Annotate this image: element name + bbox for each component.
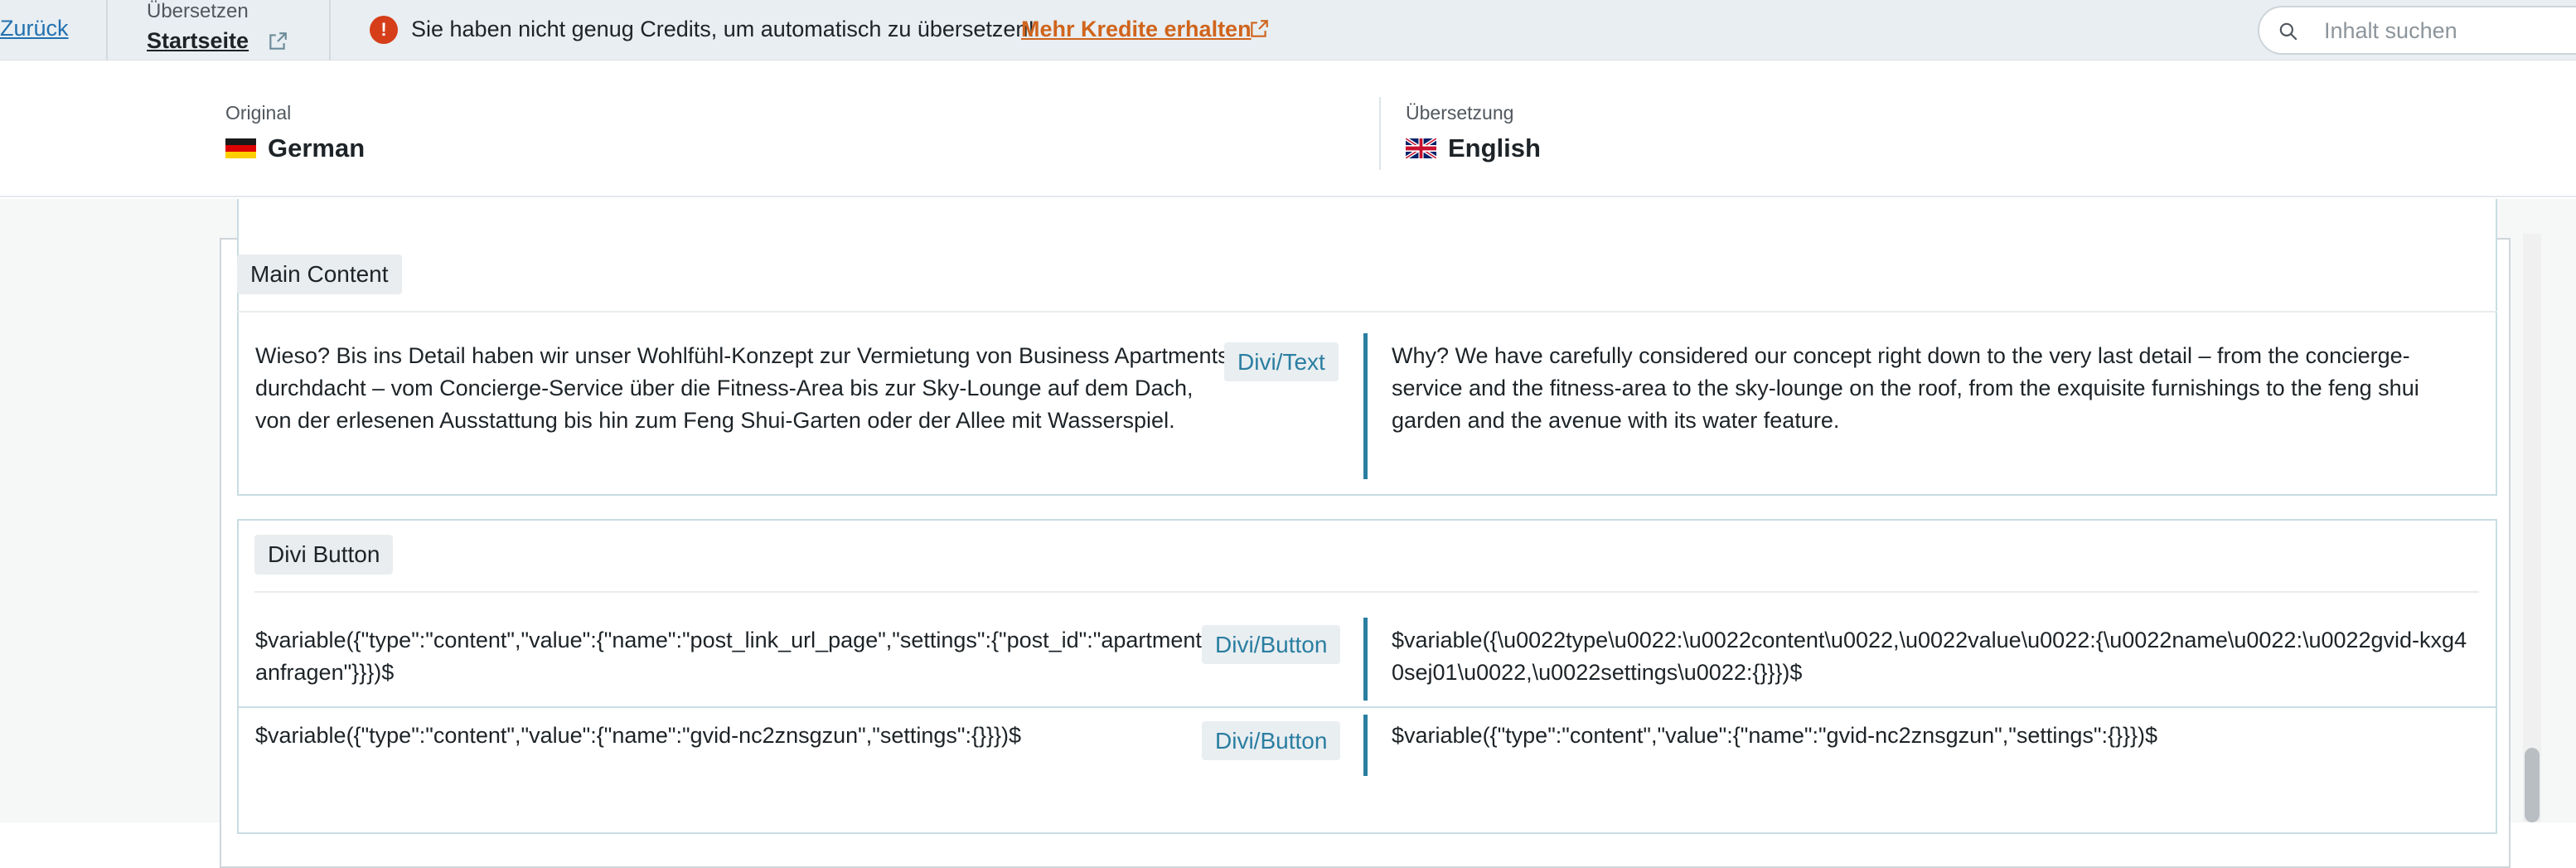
group-title: Divi Button (254, 535, 394, 575)
language-divider (1379, 97, 1381, 170)
search-input[interactable] (2324, 16, 2573, 46)
divider (239, 706, 2496, 708)
original-label: Original (225, 102, 292, 124)
divider (254, 591, 2479, 593)
external-link-icon[interactable] (267, 31, 288, 52)
source-text: Wieso? Bis ins Detail haben wir unser Wo… (255, 343, 1229, 433)
type-badge: Divi/Button (1202, 625, 1341, 664)
type-badge: Divi/Button (1202, 721, 1341, 760)
divider (106, 0, 108, 61)
translation-text[interactable]: $variable({\u0022type\u0022:\u0022conten… (1392, 624, 2477, 689)
get-credits-link[interactable]: Mehr Kredite erhalten (1021, 17, 1252, 42)
credits-warning-text: Sie haben nicht genug Credits, um automa… (411, 17, 1034, 41)
language-header: Original German Übersetzung English (0, 61, 2576, 197)
translation-language: English (1448, 133, 1541, 162)
back-link[interactable]: Zurück (0, 16, 69, 41)
row-accent (1363, 715, 1368, 776)
flag-germany-icon (225, 138, 256, 158)
scrollbar-track[interactable] (2523, 234, 2541, 822)
source-text: $variable({"type":"content","value":{"na… (255, 723, 1022, 748)
original-language: German (268, 133, 366, 162)
top-bar: Zurück Übersetzen Startseite ! Sie haben… (0, 0, 2576, 61)
flag-uk-icon (1406, 138, 1436, 158)
row-accent (1363, 618, 1368, 701)
source-text: $variable({"type":"content","value":{"na… (255, 628, 1209, 685)
type-badge: Divi/Text (1224, 342, 1339, 381)
external-link-icon[interactable] (1248, 18, 1270, 40)
translation-label: Übersetzung (1406, 102, 1514, 124)
content-area: Main Content Wieso? Bis ins Detail haben… (0, 199, 2576, 868)
divider (237, 311, 2497, 313)
translation-text[interactable]: Why? We have carefully considered our co… (1392, 340, 2477, 437)
row-accent (1363, 333, 1368, 479)
group-title: Main Content (237, 255, 402, 294)
page-link[interactable]: Startseite (147, 28, 249, 54)
scrollbar-thumb[interactable] (2525, 748, 2540, 822)
search-box[interactable] (2258, 6, 2576, 55)
translate-label: Übersetzen (147, 0, 249, 22)
divider (329, 0, 331, 61)
translation-text[interactable]: $variable({"type":"content","value":{"na… (1392, 720, 2477, 752)
alert-icon: ! (370, 16, 398, 44)
search-icon (2279, 22, 2298, 41)
